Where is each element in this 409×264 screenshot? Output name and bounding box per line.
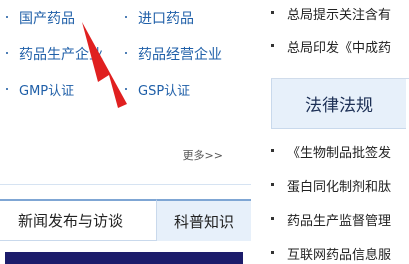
bullet-icon xyxy=(125,16,127,18)
quick-link-gmp[interactable]: GMP认证 xyxy=(19,80,74,99)
divider xyxy=(0,184,251,185)
tab-laws-regulations[interactable]: 法律法规 xyxy=(271,79,406,129)
quick-link-drug-distributors[interactable]: 药品经营企业 xyxy=(138,44,222,64)
more-link[interactable]: 更多>> xyxy=(183,147,223,163)
banner-image[interactable] xyxy=(5,252,243,264)
news-item[interactable]: 总局印发《中成药 xyxy=(271,37,391,56)
left-tab-bar: 新闻发布与访谈 科普知识 xyxy=(0,199,251,243)
quick-links-panel: 国产药品 进口药品 药品生产企业 药品经营企业 GMP认证 GSP认证 更多>>… xyxy=(0,0,251,264)
law-item[interactable]: 互联网药品信息服 xyxy=(271,244,391,263)
bullet-icon xyxy=(6,16,8,18)
law-item[interactable]: 药品生产监督管理 xyxy=(271,210,391,229)
bullet-icon xyxy=(125,52,127,54)
law-item[interactable]: 蛋白同化制剂和肽 xyxy=(271,176,391,195)
column-gap xyxy=(251,0,271,264)
law-item[interactable]: 《生物制品批签发 xyxy=(271,142,391,161)
tab-news-interviews[interactable]: 新闻发布与访谈 xyxy=(0,199,156,241)
bullet-icon xyxy=(125,88,127,90)
law-section-header: 法律法规 xyxy=(271,78,409,129)
bullet-icon xyxy=(6,52,8,54)
quick-link-gsp[interactable]: GSP认证 xyxy=(138,80,190,99)
quick-link-drug-manufacturers[interactable]: 药品生产企业 xyxy=(19,44,103,64)
quick-link-imported-drugs[interactable]: 进口药品 xyxy=(138,8,194,28)
news-column: 总局提示关注含有 总局印发《中成药 法律法规 《生物制品批签发 蛋白同化制剂和肽… xyxy=(271,0,409,264)
tab-science-knowledge[interactable]: 科普知识 xyxy=(156,199,251,241)
news-item[interactable]: 总局提示关注含有 xyxy=(271,4,391,23)
quick-link-domestic-drugs[interactable]: 国产药品 xyxy=(19,8,75,28)
bullet-icon xyxy=(6,88,8,90)
